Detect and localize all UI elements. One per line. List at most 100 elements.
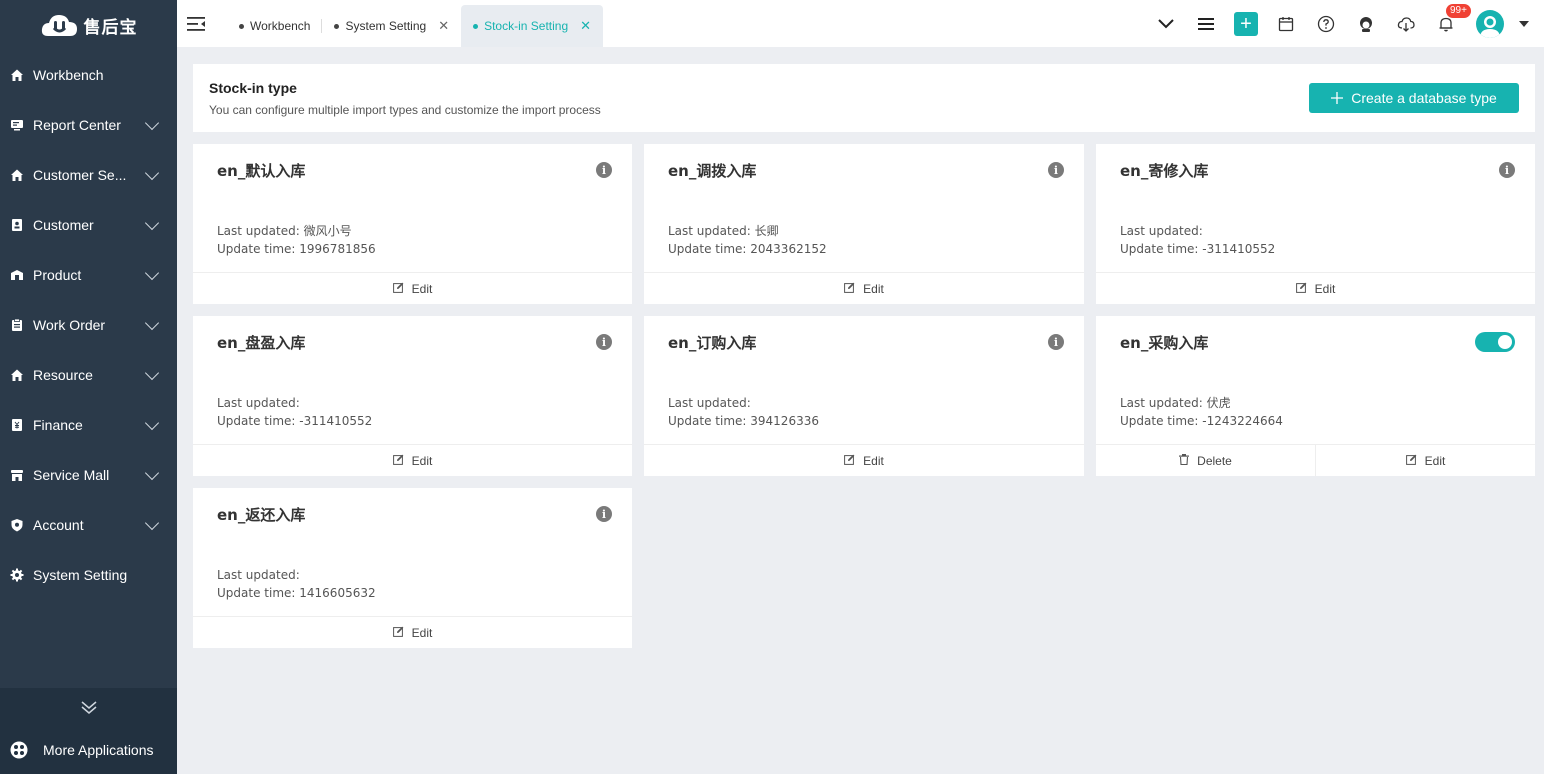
list-menu-button[interactable] [1186,0,1226,47]
service-agent-icon [1360,16,1372,32]
card-meta: Last updated: 伏虎 Update time: -1243224664 [1120,394,1283,430]
customer-service-button[interactable] [1346,0,1386,47]
delete-button[interactable]: Delete [1096,445,1315,476]
edit-icon [1295,282,1307,296]
edit-button[interactable]: Edit [193,617,632,648]
avatar [1476,9,1504,38]
sidebar-item-customer-se[interactable]: Customer Se... [0,150,177,200]
card-title: en_返还入库 [217,506,306,524]
enable-toggle[interactable] [1475,332,1515,352]
edit-button[interactable]: Edit [644,273,1084,304]
close-icon[interactable]: ✕ [438,18,449,34]
tab-workbench[interactable]: Workbench [227,5,323,47]
user-icon [1480,15,1500,38]
contact-icon [10,218,24,232]
tab-system-setting[interactable]: System Setting ✕ [322,5,461,47]
chevron-down-icon [144,165,160,180]
sidebar-item-label: Customer Se... [33,167,127,183]
create-database-type-label: Create a database type [1351,90,1497,106]
update-time-label: Update time: [668,242,747,256]
user-menu-caret[interactable] [1514,0,1534,47]
help-button[interactable] [1306,0,1346,47]
stock-in-type-card: en_订购入库 i Last updated: Update time: 39412… [644,316,1084,476]
user-avatar-button[interactable] [1466,0,1514,47]
create-database-type-button[interactable]: Create a database type [1309,83,1519,113]
edit-button[interactable]: Edit [644,445,1084,476]
more-applications-button[interactable]: More Applications [0,726,177,774]
sidebar-item-label: Service Mall [33,467,110,483]
update-time-value: 1996781856 [299,242,376,256]
update-time-value: -1243224664 [1202,414,1283,428]
menu-toggle-button[interactable] [177,0,217,47]
edit-button[interactable]: Edit [1096,273,1535,304]
card-title: en_采购入库 [1120,334,1209,352]
tab-label: System Setting [345,19,427,33]
info-icon[interactable]: i [596,162,612,178]
card-meta: Last updated: 长卿 Update time: 2043362152 [668,222,827,258]
last-updated-row: Last updated: [217,566,376,584]
update-time-row: Update time: -311410552 [1120,240,1275,258]
edit-button[interactable]: Edit [193,273,632,304]
download-button[interactable] [1386,0,1426,47]
edit-icon [844,454,855,468]
sidebar-footer: More Applications [0,688,177,774]
logo-text: 售后宝 [83,17,138,38]
stock-in-type-card: en_寄修入库 i Last updated: Update time: -3114… [1096,144,1535,304]
home-icon [10,68,24,82]
last-updated-label: Last updated: [217,396,300,410]
update-time-value: -311410552 [299,414,373,428]
cloud-logo-icon [41,15,77,36]
expand-menu-button[interactable] [0,688,177,726]
edit-label: Edit [1314,281,1336,296]
sidebar-item-finance[interactable]: Finance [0,400,177,450]
card-footer: Delete Edit [1096,444,1535,476]
sidebar-item-customer[interactable]: Customer [0,200,177,250]
finance-icon [10,418,24,432]
calendar-button[interactable] [1266,0,1306,47]
card-footer: Edit [1096,272,1535,304]
tab-stock-in-setting[interactable]: Stock-in Setting ✕ [461,5,604,47]
update-time-row: Update time: -311410552 [217,412,372,430]
sidebar-item-label: Customer [33,217,94,233]
last-updated-row: Last updated: [1120,222,1275,240]
edit-label: Edit [1424,453,1446,468]
sidebar-item-service-mall[interactable]: Service Mall [0,450,177,500]
menu-fold-icon [187,16,205,31]
last-updated-label: Last updated: [1120,224,1203,238]
sidebar-item-workbench[interactable]: Workbench [0,50,177,100]
close-icon[interactable]: ✕ [580,18,591,34]
edit-button[interactable]: Edit [193,445,632,476]
app-logo[interactable]: 售后宝 [0,0,177,50]
more-applications-label: More Applications [43,742,154,758]
update-time-label: Update time: [668,414,747,428]
quick-create-button[interactable]: + [1226,0,1266,47]
update-time-label: Update time: [1120,242,1199,256]
info-icon[interactable]: i [596,334,612,350]
chevron-down-icon [144,465,160,480]
card-footer: Edit [193,444,632,476]
notifications-button[interactable]: 99+ [1426,0,1471,47]
update-time-row: Update time: 2043362152 [668,240,827,258]
info-icon[interactable]: i [1048,162,1064,178]
sidebar-item-system-setting[interactable]: System Setting [0,550,177,600]
home-icon [10,368,24,382]
update-time-value: -311410552 [1202,242,1276,256]
info-icon[interactable]: i [596,506,612,522]
tab-bar: Workbench System Setting ✕ Stock-in Setting… [227,0,604,47]
card-title: en_盘盈入库 [217,334,306,352]
dropdown-button[interactable] [1146,0,1186,47]
card-meta: Last updated: 微风小号 Update time: 199678185… [217,222,376,258]
sidebar-item-product[interactable]: Product [0,250,177,300]
stock-in-type-card: en_默认入库 i Last updated: 微风小号 Update time: 1… [193,144,632,304]
info-icon[interactable]: i [1499,162,1515,178]
edit-button[interactable]: Edit [1315,445,1535,476]
sidebar-item-account[interactable]: Account [0,500,177,550]
stock-in-type-header: Stock-in type You can configure multiple… [193,64,1535,132]
info-icon[interactable]: i [1048,334,1064,350]
last-updated-row: Last updated: 微风小号 [217,222,376,240]
edit-icon [844,282,855,296]
sidebar-item-work-order[interactable]: Work Order [0,300,177,350]
sidebar-item-report-center[interactable]: Report Center [0,100,177,150]
sidebar-item-resource[interactable]: Resource [0,350,177,400]
update-time-row: Update time: -1243224664 [1120,412,1283,430]
